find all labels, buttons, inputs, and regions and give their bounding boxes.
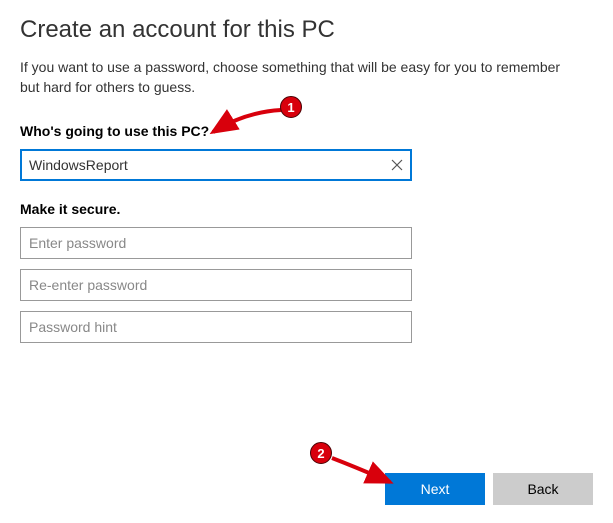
password-input[interactable] — [20, 227, 412, 259]
page-description: If you want to use a password, choose so… — [20, 58, 580, 97]
back-button[interactable]: Back — [493, 473, 593, 505]
annotation-arrow-2 — [328, 452, 398, 488]
username-label: Who's going to use this PC? — [20, 123, 593, 139]
annotation-marker-1: 1 — [280, 96, 302, 118]
clear-icon[interactable] — [388, 156, 406, 174]
reenter-password-input[interactable] — [20, 269, 412, 301]
annotation-arrow-1 — [205, 106, 287, 140]
annotation-marker-2: 2 — [310, 442, 332, 464]
username-input[interactable] — [20, 149, 412, 181]
password-hint-input[interactable] — [20, 311, 412, 343]
page-title: Create an account for this PC — [20, 16, 593, 44]
secure-label: Make it secure. — [20, 201, 593, 217]
next-button[interactable]: Next — [385, 473, 485, 505]
